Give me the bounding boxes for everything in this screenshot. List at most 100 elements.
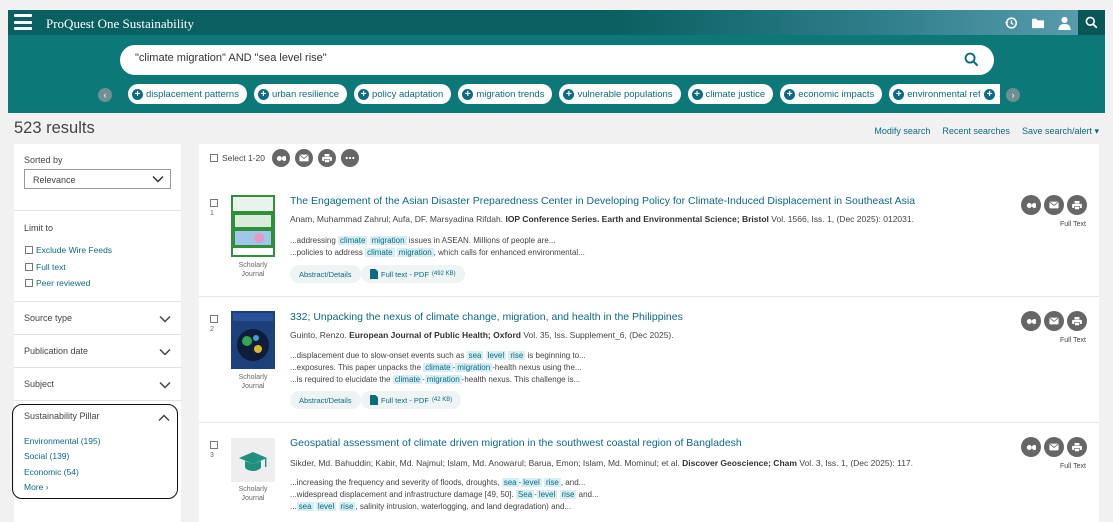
abstract-details-button[interactable]: Abstract/Details [290, 391, 361, 409]
chip-policy-adaptation[interactable]: + policy adaptation [354, 84, 452, 104]
pillar-social[interactable]: Social (139) [24, 451, 69, 461]
full-text-label[interactable]: Full Text [1060, 463, 1086, 470]
result-authors: Sikder, Md. Bahuddin; Kabir, Md. Najmul;… [290, 458, 913, 468]
chip-label: economic impacts [798, 88, 875, 100]
facet-source-type[interactable]: Source type [14, 302, 181, 334]
result-item: 2 Scholarly Journal 332; Unpacking the n… [199, 311, 1099, 411]
author-names: Anam, Muhammad Zahrul; Aufa, DF. Marsyad… [290, 214, 504, 224]
sort-label: Sorted by [24, 155, 63, 165]
journal-cover-thumbnail[interactable] [231, 311, 275, 373]
print-icon[interactable] [1067, 437, 1087, 457]
results-panel: Select 1-20 1 Scholarly Journal The Enga… [199, 144, 1099, 522]
cite-icon[interactable] [1021, 311, 1041, 331]
result-checkbox[interactable] [210, 199, 218, 207]
full-text-label[interactable]: Full Text [1060, 337, 1086, 344]
sort-value: Relevance [33, 175, 76, 185]
facet-label: Publication date [24, 346, 89, 356]
facet-sustainability-pillar[interactable]: Sustainability Pillar [24, 411, 100, 421]
result-checkbox[interactable] [210, 315, 218, 323]
folder-icon[interactable] [1024, 10, 1051, 35]
sort-select[interactable]: Relevance [24, 169, 171, 189]
facet-subject[interactable]: Subject [14, 368, 181, 400]
result-item: 3 Scholarly Journal Geospatial assessmen… [199, 437, 1099, 522]
result-type: Scholarly Journal [238, 374, 268, 390]
print-icon[interactable] [318, 149, 336, 167]
full-text-pdf-button[interactable]: Full text - PDF (492 KB) [361, 265, 465, 283]
email-icon[interactable] [295, 149, 313, 167]
cite-icon[interactable] [1021, 437, 1041, 457]
email-icon[interactable] [1044, 437, 1064, 457]
result-checkbox[interactable] [210, 441, 218, 449]
select-all[interactable]: Select 1-20 [210, 153, 265, 163]
email-icon[interactable] [1044, 195, 1064, 215]
save-search-link[interactable]: Save search/alert ▾ [1022, 126, 1099, 137]
plus-icon: + [984, 88, 995, 100]
select-all-checkbox[interactable] [210, 154, 218, 162]
full-text-checkbox[interactable]: Full text [25, 262, 66, 272]
chip-label: policy adaptation [372, 88, 444, 100]
snippet: ...widespread displacement and infrastru… [290, 490, 599, 499]
chips-list: + displacement patterns + urban resilience +… [128, 84, 1000, 106]
snippet: ...addressing climate migration issues i… [290, 236, 556, 245]
pillar-environmental[interactable]: Environmental (195) [24, 436, 101, 446]
chevron-right-icon[interactable]: › [1006, 88, 1020, 102]
checkbox-box [25, 279, 33, 287]
menu-icon[interactable] [14, 14, 32, 30]
pillar-more-link[interactable]: More › [24, 482, 49, 492]
source-title: IOP Conference Series. Earth and Environ… [505, 214, 769, 224]
chip-urban-resilience[interactable]: + urban resilience [253, 84, 348, 104]
facet-publication-date[interactable]: Publication date [14, 335, 181, 367]
snippet: ...displacement due to slow-onset events… [290, 351, 586, 360]
chip-displacement-patterns[interactable]: + displacement patterns [128, 84, 247, 104]
pdf-label: Full text - PDF [381, 269, 429, 279]
snippet: ...increasing the frequency and severity… [290, 478, 586, 487]
cite-icon[interactable] [272, 149, 290, 167]
result-title[interactable]: 332; Unpacking the nexus of climate chan… [290, 311, 683, 323]
snippet: ...exposures. This paper unpacks the cli… [290, 363, 582, 372]
chevron-down-icon [159, 344, 171, 362]
app-title[interactable]: ProQuest One Sustainability [46, 16, 194, 32]
checkbox-box [25, 263, 33, 271]
snippet: ...is required to elucidate the climate -… [290, 375, 581, 384]
pillar-economic[interactable]: Economic (54) [24, 467, 79, 477]
user-icon[interactable] [1051, 10, 1078, 35]
divider [14, 400, 181, 401]
result-title[interactable]: The Engagement of the Asian Disaster Pre… [290, 195, 915, 207]
print-icon[interactable] [1067, 195, 1087, 215]
abstract-details-button[interactable]: Abstract/Details [290, 265, 361, 283]
chip-vulnerable-populations[interactable]: + vulnerable populations [559, 84, 681, 104]
journal-cover-thumbnail[interactable] [231, 195, 275, 257]
checkbox-box [25, 246, 33, 254]
divider [199, 422, 1099, 423]
more-chip[interactable]: + [980, 84, 1000, 104]
modify-search-link[interactable]: Modify search [874, 126, 930, 137]
chevron-left-icon[interactable]: ‹ [98, 88, 112, 102]
recent-searches-link[interactable]: Recent searches [942, 126, 1010, 137]
chip-label: climate justice [705, 88, 766, 100]
results-count: 523 results [14, 119, 95, 137]
chevron-down-icon [159, 377, 171, 395]
full-text-pdf-button[interactable]: Full text - PDF (42 KB) [361, 391, 462, 409]
result-title[interactable]: Geospatial assessment of climate driven … [290, 437, 742, 449]
more-options-icon[interactable] [341, 149, 359, 167]
email-icon[interactable] [1044, 311, 1064, 331]
search-input[interactable] [135, 52, 935, 64]
peer-reviewed-checkbox[interactable]: Peer reviewed [25, 278, 90, 288]
citation-details: Vol. 3, Iss. 1, (Dec 2025): 117. [799, 458, 914, 468]
result-number: 2 [210, 326, 214, 333]
chip-label: migration trends [476, 88, 545, 100]
journal-placeholder-thumbnail[interactable] [231, 438, 275, 482]
cite-icon[interactable] [1021, 195, 1041, 215]
history-icon[interactable] [997, 10, 1024, 35]
search-icon[interactable] [1078, 10, 1105, 35]
exclude-wire-feeds-checkbox[interactable]: Exclude Wire Feeds [25, 245, 112, 255]
chip-economic-impacts[interactable]: + economic impacts [780, 84, 883, 104]
full-text-label[interactable]: Full Text [1060, 221, 1086, 228]
search-submit-icon[interactable] [964, 52, 980, 68]
chevron-up-icon[interactable] [158, 410, 170, 428]
result-authors: Guinto, Renzo. European Journal of Publi… [290, 330, 674, 340]
chip-migration-trends[interactable]: + migration trends [458, 84, 553, 104]
chip-climate-justice[interactable]: + climate justice [687, 84, 774, 104]
print-icon[interactable] [1067, 311, 1087, 331]
snippet: ...policies to address climate migration… [290, 248, 585, 257]
